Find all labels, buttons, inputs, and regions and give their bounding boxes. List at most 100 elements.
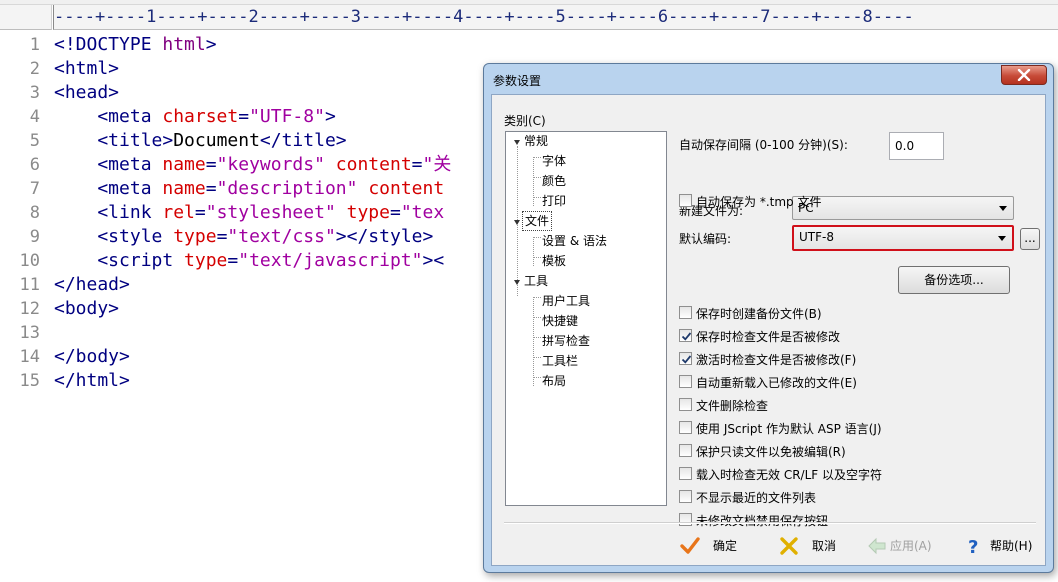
cancel-x-icon <box>780 537 798 555</box>
code-line[interactable]: <style type="text/css"></style> <box>54 225 433 249</box>
code-token: </head> <box>54 274 130 295</box>
code-token: <link <box>54 202 163 223</box>
code-token: "关 <box>422 154 452 175</box>
checkbox[interactable] <box>679 329 692 342</box>
code-token: > <box>324 106 336 127</box>
check-icon <box>681 332 692 341</box>
tree-connector <box>533 257 541 258</box>
code-token: Document <box>173 130 260 151</box>
code-token: "description" <box>216 178 358 199</box>
code-line[interactable]: <meta name="keywords" content="关 <box>54 153 451 177</box>
expand-arrow-icon[interactable] <box>514 280 520 285</box>
code-token: > <box>205 34 217 55</box>
tree-item-user-tools[interactable]: 用户工具 <box>542 292 590 310</box>
code-line[interactable]: <script type="text/javascript">< <box>54 249 444 273</box>
code-token: "text/css" <box>227 226 336 247</box>
checkbox[interactable] <box>679 421 692 434</box>
tree-item-shortcuts[interactable]: 快捷键 <box>542 312 578 330</box>
ok-button[interactable]: 确定 <box>679 535 749 557</box>
ok-button-label: 确定 <box>713 539 738 553</box>
tree-item-settings-syntax[interactable]: 设置 & 语法 <box>542 232 607 250</box>
code-token: rel <box>162 202 195 223</box>
code-line[interactable]: <!DOCTYPE html> <box>54 33 217 57</box>
code-token: <body> <box>54 298 120 319</box>
code-line[interactable]: <meta charset="UTF-8"> <box>54 105 336 129</box>
tree-connector <box>533 157 534 206</box>
code-line[interactable]: <link rel="stylesheet" type="tex <box>54 201 444 225</box>
encoding-more-button[interactable]: ... <box>1020 228 1040 250</box>
code-line[interactable]: </head> <box>54 273 130 297</box>
code-line[interactable]: <meta name="description" content <box>54 177 444 201</box>
expand-arrow-icon[interactable] <box>514 140 520 145</box>
line-number: 8 <box>29 203 40 223</box>
tree-connector <box>533 177 541 178</box>
checkbox-label: 保护只读文件以免被编辑(R) <box>696 445 846 459</box>
code-token: = <box>389 202 401 223</box>
code-token: = <box>216 226 228 247</box>
code-token: <head> <box>54 82 120 103</box>
code-token: name <box>162 154 206 175</box>
preferences-dialog: 参数设置 类别(C) 常规 字体 颜色 打印 文件 设置 & 语法 模板 工具 … <box>483 63 1054 573</box>
checkbox-label: 自动重新载入已修改的文件(E) <box>696 376 857 390</box>
code-token: content <box>335 154 412 175</box>
checkbox[interactable] <box>679 513 692 526</box>
line-number: 5 <box>29 131 40 151</box>
code-line[interactable]: <head> <box>54 81 119 105</box>
checkbox[interactable] <box>679 490 692 503</box>
code-line[interactable]: <html> <box>54 57 119 81</box>
code-token: = <box>205 178 217 199</box>
help-button-label: 帮助(H) <box>990 539 1033 553</box>
checkbox[interactable] <box>679 306 692 319</box>
tree-item-file[interactable]: 文件 <box>521 211 553 231</box>
code-token: <html> <box>54 58 120 79</box>
default-encoding-select[interactable]: UTF-8 <box>792 225 1014 251</box>
tree-item-toolbar[interactable]: 工具栏 <box>542 352 578 370</box>
line-number: 14 <box>19 347 40 367</box>
category-tree[interactable]: 常规 字体 颜色 打印 文件 设置 & 语法 模板 工具 用户工具 快捷键 拼写… <box>505 131 667 506</box>
code-line[interactable]: <title>Document</title> <box>54 129 346 153</box>
tree-item-spellcheck[interactable]: 拼写检查 <box>542 332 590 350</box>
checkbox[interactable] <box>679 352 692 365</box>
code-token: ></style> <box>335 226 434 247</box>
new-file-format-select[interactable]: PC <box>792 196 1014 220</box>
autosave-interval-label: 自动保存间隔 (0-100 分钟)(S): <box>679 138 848 152</box>
code-token: <meta <box>54 178 163 199</box>
help-button[interactable]: ? 帮助(H) <box>963 535 1043 557</box>
tree-item-template[interactable]: 模板 <box>542 252 566 270</box>
checkbox[interactable] <box>679 194 692 207</box>
backup-options-button[interactable]: 备份选项... <box>898 266 1010 294</box>
tree-connector <box>533 297 541 298</box>
code-token: = <box>205 154 217 175</box>
tree-item-tools[interactable]: 工具 <box>524 272 548 290</box>
code-token: type <box>346 202 390 223</box>
line-number: 2 <box>29 59 40 79</box>
checkbox-label: 保存时创建备份文件(B) <box>696 307 822 321</box>
tree-item-print[interactable]: 打印 <box>542 192 566 210</box>
cancel-button[interactable]: 取消 <box>778 535 848 557</box>
checkbox[interactable] <box>679 398 692 411</box>
tree-item-general[interactable]: 常规 <box>524 132 548 150</box>
tree-item-color[interactable]: 颜色 <box>542 172 566 190</box>
category-label: 类别(C) <box>504 114 546 128</box>
code-line[interactable]: </body> <box>54 345 130 369</box>
dropdown-arrow-icon <box>998 236 1006 241</box>
checkbox[interactable] <box>679 444 692 457</box>
default-encoding-label: 默认编码: <box>679 232 732 246</box>
tree-item-layout[interactable]: 布局 <box>542 372 566 390</box>
tree-item-font[interactable]: 字体 <box>542 152 566 170</box>
dialog-title: 参数设置 <box>493 74 542 88</box>
checkbox[interactable] <box>679 467 692 480</box>
close-button[interactable] <box>1001 65 1047 85</box>
code-line[interactable]: <body> <box>54 297 119 321</box>
dialog-titlebar[interactable]: 参数设置 <box>484 64 1053 94</box>
code-token: <meta <box>54 106 163 127</box>
check-icon <box>681 355 692 364</box>
back-arrow-icon <box>868 537 886 555</box>
code-line[interactable]: </html> <box>54 369 130 393</box>
apply-button[interactable]: 应用(A) <box>866 535 946 557</box>
code-token: >< <box>422 250 445 271</box>
checkbox[interactable] <box>679 375 692 388</box>
autosave-interval-input[interactable]: 0.0 <box>889 132 944 160</box>
expand-arrow-icon[interactable] <box>514 220 520 225</box>
